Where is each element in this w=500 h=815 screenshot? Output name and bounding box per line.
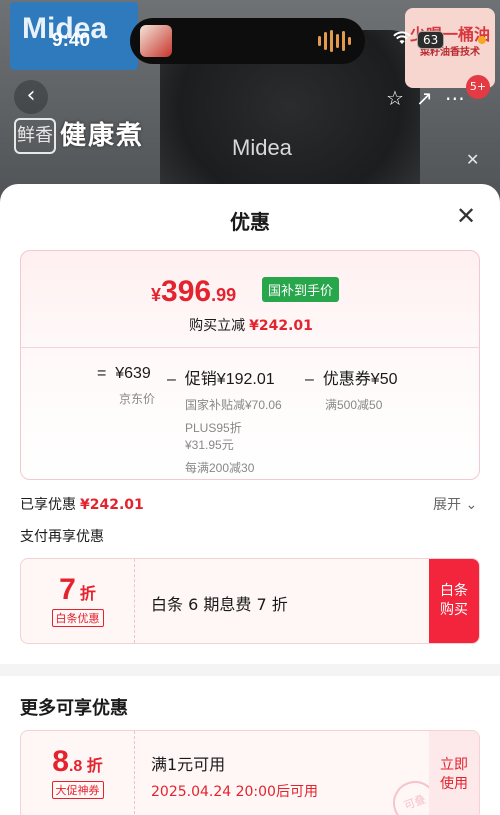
promo-coupon[interactable]: 8.8 折 大促神券 满1元可用 2025.04.24 20:00后可用 可叠 … xyxy=(20,730,480,815)
button-line-1: 白条 xyxy=(440,583,468,599)
final-price-section: ¥396.99 国补到手价 购买立减 ¥242.01 xyxy=(21,251,479,347)
coupon-discount-block: 7折 白条优惠 xyxy=(21,559,135,643)
pay-more-heading: 支付再享优惠 xyxy=(20,529,104,545)
now-playing-thumbnail xyxy=(140,25,172,57)
coupon-tag: 白条优惠 xyxy=(51,609,104,627)
coupon-valid-time: 2025.04.24 20:00后可用 xyxy=(151,784,318,800)
minus-operator: – xyxy=(305,371,314,388)
status-indicators: 63 xyxy=(393,30,445,49)
instant-discount-label: 购买立减 xyxy=(189,318,246,334)
promo-detail-threshold: 每满200减30 xyxy=(185,461,255,475)
coupon-value: 优惠券¥50 xyxy=(322,371,398,388)
section-divider xyxy=(0,664,500,676)
expand-label: 展开 xyxy=(433,497,461,513)
promo-value: 促销¥192.01 xyxy=(184,371,275,388)
more-discounts-heading: 更多可享优惠 xyxy=(20,698,128,719)
original-price-column: = ¥639 京东价 xyxy=(97,365,155,408)
sheet-close-icon[interactable]: ✕ xyxy=(452,202,480,230)
coupon-discount-block: 8.8 折 大促神券 xyxy=(21,731,135,815)
use-now-button[interactable]: 立即 使用 xyxy=(429,731,479,815)
original-price-label: 京东价 xyxy=(119,392,156,406)
wifi-icon xyxy=(393,30,411,49)
promo-detail-subsidy: 国家补贴减¥70.06 xyxy=(185,398,282,412)
final-price: ¥396.99 xyxy=(151,275,236,309)
expand-button[interactable]: 展开 ⌄ xyxy=(433,494,477,514)
instant-discount-value: ¥242.01 xyxy=(249,318,313,334)
status-time: 9:40 xyxy=(52,30,91,51)
payment-coupon[interactable]: 7折 白条优惠 白条 6 期息费 7 折 白条购买 xyxy=(20,558,480,644)
notification-badge: 5+ xyxy=(466,75,490,99)
price-breakdown-card: ¥396.99 国补到手价 购买立减 ¥242.01 = ¥639 京东价 – 促… xyxy=(20,250,480,480)
back-button[interactable]: ‹ xyxy=(14,80,48,114)
original-price-value: ¥639 xyxy=(115,365,151,382)
subsidy-price-tag: 国补到手价 xyxy=(262,277,340,302)
chevron-down-icon: ⌄ xyxy=(465,497,478,513)
slogan-prefix-badge: 鲜香 xyxy=(14,118,56,154)
coupon-column: – 优惠券¥50 满500减50 xyxy=(305,365,398,414)
equals-operator: = xyxy=(97,365,107,382)
price-decimal: .99 xyxy=(211,285,237,305)
coupon-description: 白条 6 期息费 7 折 xyxy=(151,595,288,614)
favorite-star-icon[interactable]: ☆ xyxy=(386,86,404,110)
sheet-title: 优惠 xyxy=(230,210,270,234)
promo-column: – 促销¥192.01 国家补贴减¥70.06 PLUS95折 ¥31.95元 … xyxy=(167,365,282,477)
instant-discount: 购买立减 ¥242.01 xyxy=(21,315,479,335)
discount-sheet: 优惠 ✕ ¥396.99 国补到手价 购买立减 ¥242.01 = ¥639 京东… xyxy=(0,184,500,815)
minus-operator: – xyxy=(167,371,176,388)
audio-waveform-icon xyxy=(318,30,351,52)
product-slogan: 健康煮 xyxy=(60,121,145,151)
close-icon[interactable]: ✕ xyxy=(466,150,479,169)
battery-icon: 63 xyxy=(417,30,445,49)
promo-detail-plus: PLUS95折 xyxy=(185,421,242,435)
nav-actions: ☆ ↗ ⋯ xyxy=(386,86,465,110)
share-icon[interactable]: ↗ xyxy=(416,86,433,110)
enjoyed-label: 已享优惠 xyxy=(20,497,76,513)
coupon-discount-number: 7 xyxy=(59,573,76,606)
button-line-2: 购买 xyxy=(440,602,468,618)
coupon-tag: 大促神券 xyxy=(51,781,104,799)
promo-detail-plus-amount: ¥31.95元 xyxy=(185,438,234,452)
promo-details: 国家补贴减¥70.06 PLUS95折 ¥31.95元 每满200减30 xyxy=(185,397,282,477)
coupon-discount-number: 8 xyxy=(52,745,69,778)
coupon-discount-decimal: .8 折 xyxy=(68,758,103,775)
price-currency: ¥ xyxy=(151,285,162,305)
more-icon[interactable]: ⋯ xyxy=(445,86,465,110)
price-integer: 396 xyxy=(161,275,212,308)
button-line-1: 立即 xyxy=(440,757,468,773)
enjoyed-value: ¥242.01 xyxy=(80,497,144,513)
coupon-condition: 满1元可用 xyxy=(151,755,226,774)
button-line-2: 使用 xyxy=(440,776,468,792)
baitiao-buy-button[interactable]: 白条 购买 xyxy=(429,559,479,643)
dynamic-island[interactable] xyxy=(130,18,365,64)
coupon-detail: 满500减50 xyxy=(325,398,383,412)
enjoyed-discount: 已享优惠 ¥242.01 xyxy=(20,494,144,514)
coupon-discount-unit: 折 xyxy=(79,586,96,603)
card-divider xyxy=(21,347,479,348)
pot-brand-label: Midea xyxy=(232,135,292,160)
privacy-indicator-dot xyxy=(478,36,486,44)
